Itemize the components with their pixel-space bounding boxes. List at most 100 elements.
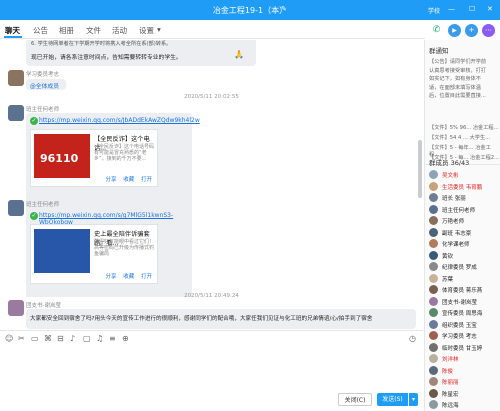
message-input[interactable] (5, 347, 417, 389)
sender-name[interactable]: 学习委员考志 (26, 70, 59, 78)
user-label[interactable]: 学校 (428, 6, 440, 15)
card-actions: 分享 收藏 打开 (100, 175, 152, 183)
image-icon[interactable]: ⊟ (57, 334, 64, 343)
avatar (429, 181, 438, 191)
member-item[interactable]: 吴文彬 (429, 169, 500, 180)
sender-name[interactable]: 团支书-谢岚莹 (26, 301, 61, 309)
member-item[interactable]: 临时委员 甘玉婷 (429, 342, 500, 353)
avatar[interactable] (8, 200, 24, 216)
sender-name[interactable]: 班主任何老师 (26, 105, 59, 113)
sender-name[interactable]: 班主任何老师 (26, 200, 59, 208)
avatar (429, 273, 438, 283)
close-button[interactable]: 关闭(C) (338, 393, 372, 406)
favorite-link[interactable]: 收藏 (123, 274, 134, 280)
member-item[interactable]: 刘洋林 (429, 353, 500, 364)
member-name: 生活委员 韦育鹏 (442, 184, 483, 191)
member-item[interactable]: 陈俊 (429, 365, 500, 376)
tab-announcement[interactable]: 公告 (33, 25, 48, 36)
close-button[interactable]: ✕ (487, 5, 493, 13)
tab-activity[interactable]: 活动 (112, 25, 127, 36)
music-icon[interactable]: ♪ (70, 334, 75, 343)
chevron-down-icon[interactable]: ▾ (157, 25, 161, 34)
notice-line: 认真思考接受审核，打打 (429, 67, 487, 74)
shortcut-icon[interactable]: ⌘ (44, 334, 52, 343)
member-item[interactable]: 班长 张丽 (429, 192, 500, 203)
member-item[interactable]: 组织委员 玉宝 (429, 319, 500, 330)
member-item[interactable]: 陈丽丽 (429, 376, 500, 387)
avatar (429, 319, 438, 329)
card-thumbnail (34, 229, 90, 273)
mention-all[interactable]: @全体成员 (30, 81, 59, 90)
add-icon[interactable]: + (465, 24, 478, 37)
link-card[interactable]: 史上最全陪伴诉骗套路。看... 骗得好友能眼中看过它们！高等密码已升级为传播式钓… (30, 224, 158, 284)
chat-scrollbar[interactable] (418, 140, 422, 198)
member-name: 纪律委员 罗成 (442, 265, 477, 271)
tab-settings[interactable]: 设置 (139, 25, 154, 36)
member-item[interactable]: 学习委员 考志 (429, 330, 500, 341)
share-link[interactable]: 分享 (105, 274, 116, 280)
member-item[interactable]: 苏葉 (429, 273, 500, 284)
emoji-icon[interactable]: ☺ (5, 334, 13, 343)
member-item[interactable]: 副班 韦志豪 (429, 227, 500, 238)
send-options-dropdown[interactable]: ▾ (409, 393, 418, 406)
plus-circle-icon[interactable]: ⊕ (122, 334, 129, 343)
message-bubble: 大家都安全回到宿舍了吗?用头今天的宣传工作进行的很顺利，感谢同学们的配合哦，大家… (26, 309, 416, 329)
avatar (429, 216, 438, 225)
member-item[interactable]: 黄钦 (429, 250, 500, 261)
avatar[interactable] (8, 300, 24, 316)
tab-chat[interactable]: 聊天 (5, 25, 20, 36)
member-name: 万艳老师 (442, 219, 465, 225)
open-link[interactable]: 打开 (141, 177, 152, 183)
member-name: 陈俊 (442, 368, 454, 375)
avatar (429, 204, 438, 214)
member-item[interactable]: 陈星宏 (429, 388, 500, 399)
member-item[interactable]: 万艳老师 (429, 215, 500, 226)
message-text: 大家都安全回到宿舍了吗?用头今天的宣传工作进行的很顺利，感谢同学们的配合哦，大家… (30, 316, 373, 322)
tab-album[interactable]: 相册 (59, 25, 74, 36)
voice-icon[interactable]: ♫ (96, 334, 103, 343)
message-input-area: ☺ ✂ ▭ ⌘ ⊟ ♪ ▢ ♫ ≡ ⊕ ◷ 关闭(C) 发送(S) ▾ (0, 330, 423, 411)
notice-line: 适，在面部未填写体温 (429, 84, 481, 91)
chat-history[interactable]: 6. 学生待网单者在下学期开学时将携入考全所在系(部)转系。 现已开始，请各系注… (0, 40, 423, 297)
member-item[interactable]: 宣传委员 周思海 (429, 307, 500, 318)
send-button[interactable]: 发送(S) (377, 393, 408, 406)
verified-icon: ✓ (30, 212, 38, 220)
member-item[interactable]: 班主任何老师 (429, 204, 500, 215)
screen-icon[interactable]: ▢ (83, 334, 91, 343)
folder-icon[interactable]: ▭ (31, 334, 39, 343)
favorite-link[interactable]: 收藏 (123, 177, 134, 183)
card-description: 骗得好友能眼中看过它们！高等密码已升级为传播式钓鱼骗局 (94, 239, 155, 257)
file-item[interactable]: 【文件】5% 96... 冶金工程... (429, 124, 499, 131)
more-icon[interactable]: ⋯ (482, 24, 495, 37)
member-name: 陈远海 (442, 403, 459, 409)
group-notice-title[interactable]: 群通知 (429, 45, 449, 55)
group-notice-body[interactable]: 【公告】请同学们开学前 认真思考接受审核，打打 如实记下，如有身体不 适，在面部… (429, 58, 499, 101)
avatar (429, 388, 438, 398)
scissors-icon[interactable]: ✂ (18, 334, 25, 343)
link-card[interactable]: 96110 【全民反诈】这个电话... 【全民反诈】这个电话号码有可能是冒充熟悉… (30, 129, 158, 187)
message-link[interactable]: https://mp.weixin.qq.com/s/JbADdEkAwZQdw… (39, 117, 200, 124)
member-item[interactable]: 纪律委员 罗成 (429, 261, 500, 272)
title-bar: 冶金工程19-1（本） ✎ 学校 — ☐ ✕ (0, 0, 500, 20)
avatar[interactable] (8, 105, 24, 121)
member-item[interactable]: 生活委员 韦育鹏 (429, 181, 500, 192)
avatar[interactable] (8, 70, 24, 86)
member-item[interactable]: 体育委员 蒋乐燕 (429, 284, 500, 295)
edit-title-icon[interactable]: ✎ (281, 5, 287, 13)
share-link[interactable]: 分享 (105, 177, 116, 183)
tab-files[interactable]: 文件 (86, 25, 101, 36)
member-name: 刘洋林 (442, 357, 459, 363)
list-icon[interactable]: ≡ (109, 334, 116, 343)
member-item[interactable]: 团支书-谢岚莹 (429, 296, 500, 307)
avatar (429, 296, 438, 306)
open-link[interactable]: 打开 (141, 274, 152, 280)
maximize-button[interactable]: ☐ (469, 5, 475, 13)
minimize-button[interactable]: — (448, 5, 455, 13)
member-item[interactable]: 陈远海 (429, 399, 500, 410)
phone-icon[interactable]: ✆ (430, 24, 443, 37)
member-item[interactable]: 化学课老师 (429, 238, 500, 249)
history-icon[interactable]: ◷ (409, 334, 416, 343)
video-call-icon[interactable]: ▶ (448, 24, 461, 37)
member-name: 团支书-谢岚莹 (442, 299, 477, 306)
file-item[interactable]: 【文件】54 4 ... 大学生... (429, 134, 490, 141)
